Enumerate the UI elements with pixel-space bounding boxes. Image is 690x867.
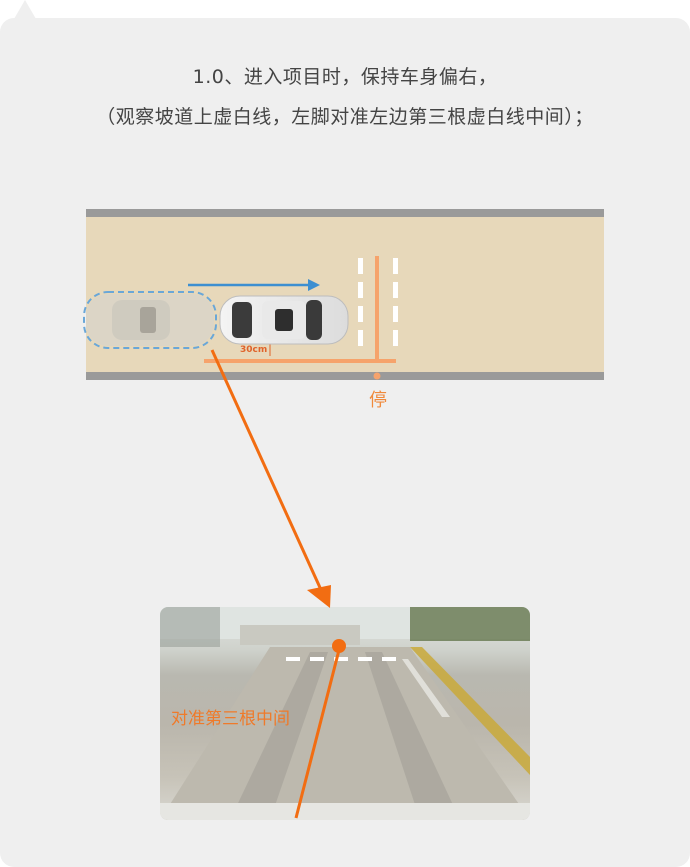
- pointer-arrow: [210, 349, 331, 608]
- sight-line: [294, 649, 341, 819]
- distance-label: 30cm: [240, 345, 268, 355]
- stop-point-dot: [373, 372, 381, 380]
- reference-line-horizontal: [204, 359, 396, 363]
- stop-line-vertical: [375, 256, 379, 362]
- direction-arrow: [188, 279, 320, 291]
- diagram-overlay: [83, 256, 398, 819]
- ghost-car-start-position: [83, 291, 217, 349]
- car-icon: [219, 295, 349, 345]
- stop-label: 停: [369, 390, 387, 411]
